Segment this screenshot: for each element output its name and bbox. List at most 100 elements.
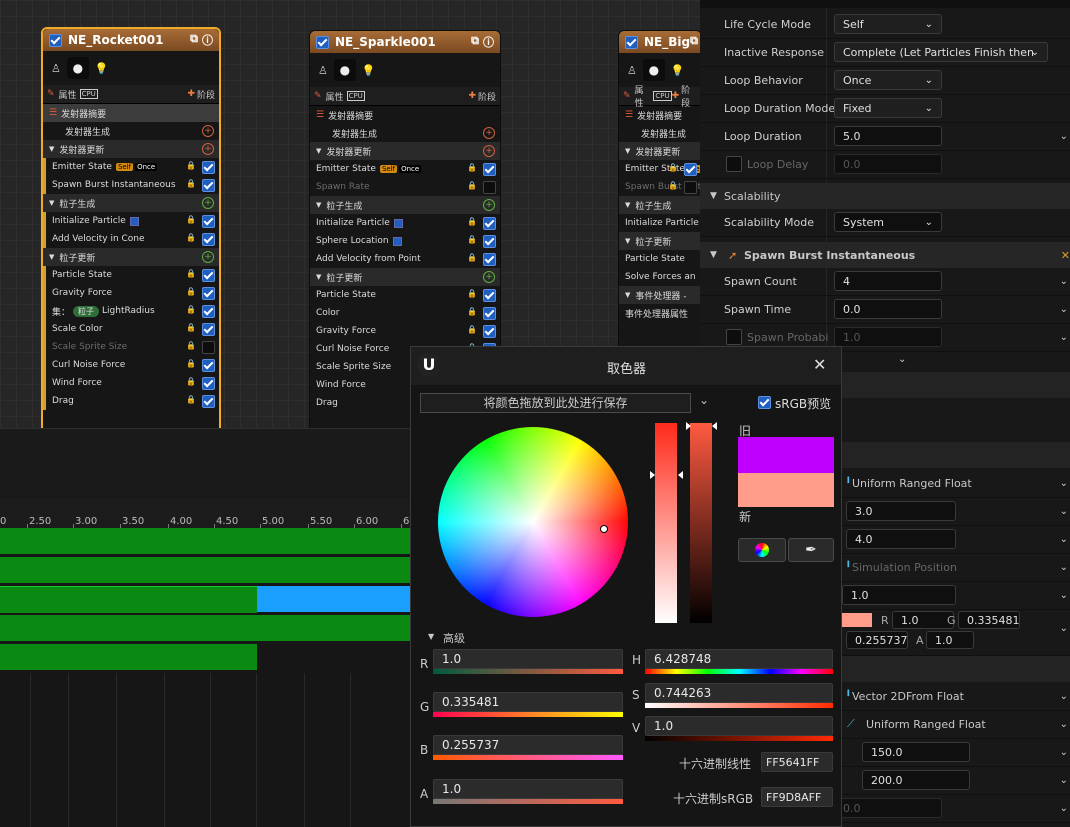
scalability-mode-dropdown[interactable]: System ⌄ <box>834 212 942 232</box>
chevron-down-icon[interactable]: ⌄ <box>1060 623 1068 634</box>
module-row[interactable]: ▼ 粒子生成 + <box>43 194 219 212</box>
picker-title-bar[interactable]: U 取色器 ✕ <box>411 347 841 385</box>
spawn-burst-section[interactable]: ▼ ➚ Spawn Burst Instantaneous ✕ <box>700 242 1070 268</box>
stage-tab[interactable]: 阶段 <box>197 88 215 101</box>
module-enabled-checkbox[interactable] <box>202 305 215 318</box>
color-a-input[interactable]: 1.0 <box>926 631 974 649</box>
g-gradient[interactable] <box>433 712 623 717</box>
h-input[interactable]: 6.428748 <box>645 649 833 669</box>
value-slider[interactable] <box>690 423 712 623</box>
module-row[interactable]: Initialize Particle <box>619 214 701 232</box>
chevron-down-icon[interactable]: ⌄ <box>699 393 709 407</box>
module-enabled-checkbox[interactable] <box>684 181 697 194</box>
module-enabled-checkbox[interactable] <box>483 289 496 302</box>
module-enabled-checkbox[interactable] <box>202 341 215 354</box>
min-input[interactable]: 3.0 <box>846 501 956 521</box>
chevron-down-icon[interactable]: ⌄ <box>1060 590 1068 601</box>
module-enabled-checkbox[interactable] <box>483 217 496 230</box>
module-row[interactable]: Color 🔒 <box>310 304 500 322</box>
srgb-preview-checkbox[interactable] <box>758 396 771 409</box>
emitter-enabled-checkbox[interactable] <box>625 35 638 49</box>
module-row[interactable]: Curl Noise Force 🔒 <box>43 356 219 374</box>
scalability-section[interactable]: ▼ Scalability <box>700 183 1070 209</box>
g-input[interactable]: 0.335481 <box>433 692 623 712</box>
properties-tab[interactable]: 属性 <box>59 88 77 101</box>
module-row[interactable]: Initialize Particle 🔒 <box>43 212 219 230</box>
value-input-disabled[interactable]: 0.0 <box>834 798 942 818</box>
advanced-section-label[interactable]: 高级 <box>443 630 465 646</box>
color-r-input[interactable]: 1.0 <box>892 611 954 629</box>
emitter-node-header[interactable]: NE_Sparkle001 ⧉ ⓘ <box>310 31 500 53</box>
spawn-probability-checkbox[interactable] <box>726 329 742 345</box>
close-icon[interactable]: ✕ <box>813 355 826 374</box>
collapse-icon[interactable]: ▼ <box>428 632 434 641</box>
chevron-down-icon[interactable]: ⌄ <box>1060 506 1068 517</box>
module-row[interactable]: Add Velocity in Cone 🔒 <box>43 230 219 248</box>
module-row[interactable]: Spawn Rate 🔒 <box>310 178 500 196</box>
property-checkbox[interactable] <box>726 156 742 172</box>
chevron-down-icon[interactable]: ⌄ <box>1060 691 1068 702</box>
v-input[interactable]: 1.0 <box>645 716 833 736</box>
chevron-down-icon[interactable]: ⌄ <box>1060 304 1068 315</box>
open-external-icon[interactable]: ⧉ <box>471 34 479 50</box>
sprite-renderer-icon[interactable]: ● <box>333 59 356 81</box>
module-row[interactable]: Solve Forces an <box>619 268 701 286</box>
timeline-ruler[interactable] <box>0 498 410 529</box>
slider-handle[interactable] <box>650 471 655 479</box>
add-module-icon[interactable]: + <box>483 145 495 157</box>
module-row[interactable]: ☰ 发射器摘要 <box>310 106 500 124</box>
property-input[interactable]: 0.0 <box>834 154 942 174</box>
properties-tab[interactable]: 属性 <box>326 90 344 103</box>
chevron-down-icon[interactable]: ⌄ <box>1060 562 1068 573</box>
module-enabled-checkbox[interactable] <box>202 179 215 192</box>
chevron-down-icon[interactable]: ⌄ <box>1060 478 1068 489</box>
collapse-icon[interactable]: ▼ <box>49 145 54 153</box>
timeline-track-bar-selected[interactable] <box>257 586 410 612</box>
property-input[interactable]: 5.0 <box>834 126 942 146</box>
color-wheel[interactable] <box>438 427 628 617</box>
wheel-cursor[interactable] <box>600 525 608 533</box>
emitter-enabled-checkbox[interactable] <box>316 35 329 49</box>
module-row[interactable]: Gravity Force 🔒 <box>43 284 219 302</box>
sprite-renderer-icon[interactable]: ● <box>66 57 89 79</box>
module-enabled-checkbox[interactable] <box>483 325 496 338</box>
color-wheel-mode-button[interactable] <box>738 538 786 562</box>
slider-handle[interactable] <box>678 471 683 479</box>
a-gradient[interactable] <box>433 799 623 804</box>
module-enabled-checkbox[interactable] <box>202 395 215 408</box>
collapse-icon[interactable]: ▼ <box>625 237 630 245</box>
module-row[interactable]: ▼ 粒子生成 <box>619 196 701 214</box>
info-icon[interactable]: ⓘ <box>202 32 213 48</box>
spawn-time-input[interactable]: 0.0 <box>834 299 942 319</box>
module-row[interactable]: Scale Color 🔒 <box>43 320 219 338</box>
module-row[interactable]: 事件处理器属性 <box>619 304 701 322</box>
module-row[interactable]: 发射器生成 + <box>43 122 219 140</box>
r-gradient[interactable] <box>433 669 623 674</box>
module-row[interactable]: Scale Sprite Size 🔒 <box>43 338 219 356</box>
open-external-icon[interactable]: ⧉ <box>690 34 698 50</box>
module-row[interactable]: Gravity Force 🔒 <box>310 322 500 340</box>
color-swatch[interactable] <box>842 613 872 627</box>
add-module-icon[interactable]: + <box>483 199 495 211</box>
module-row[interactable]: Particle State 🔒 <box>43 266 219 284</box>
module-enabled-checkbox[interactable] <box>202 215 215 228</box>
r-input[interactable]: 1.0 <box>433 649 623 669</box>
collapse-icon[interactable]: ▼ <box>49 253 54 261</box>
saturation-slider[interactable] <box>655 423 677 623</box>
emitter-node-header[interactable]: NE_Big⧉ⓘ <box>619 31 701 53</box>
collapse-icon[interactable]: ▼ <box>625 201 630 209</box>
light-renderer-icon[interactable]: 💡 <box>671 64 685 77</box>
module-row[interactable]: Emitter StateSe🔒 <box>619 160 701 178</box>
module-enabled-checkbox[interactable] <box>202 377 215 390</box>
module-row[interactable]: ☰ 发射器摘要 <box>43 104 219 122</box>
s-gradient[interactable] <box>645 703 833 708</box>
timeline-track-bar[interactable] <box>0 528 410 554</box>
module-row[interactable]: ▼ 粒子更新 <box>619 232 701 250</box>
eyedropper-button[interactable]: ✒ <box>788 538 834 562</box>
module-row[interactable]: 发射器生成 <box>619 124 701 142</box>
module-enabled-checkbox[interactable] <box>202 359 215 372</box>
module-enabled-checkbox[interactable] <box>483 307 496 320</box>
collapse-icon[interactable]: ▼ <box>625 147 630 155</box>
chevron-down-icon[interactable]: ⌄ <box>1060 719 1068 730</box>
module-row[interactable]: ▼ 发射器更新 <box>619 142 701 160</box>
